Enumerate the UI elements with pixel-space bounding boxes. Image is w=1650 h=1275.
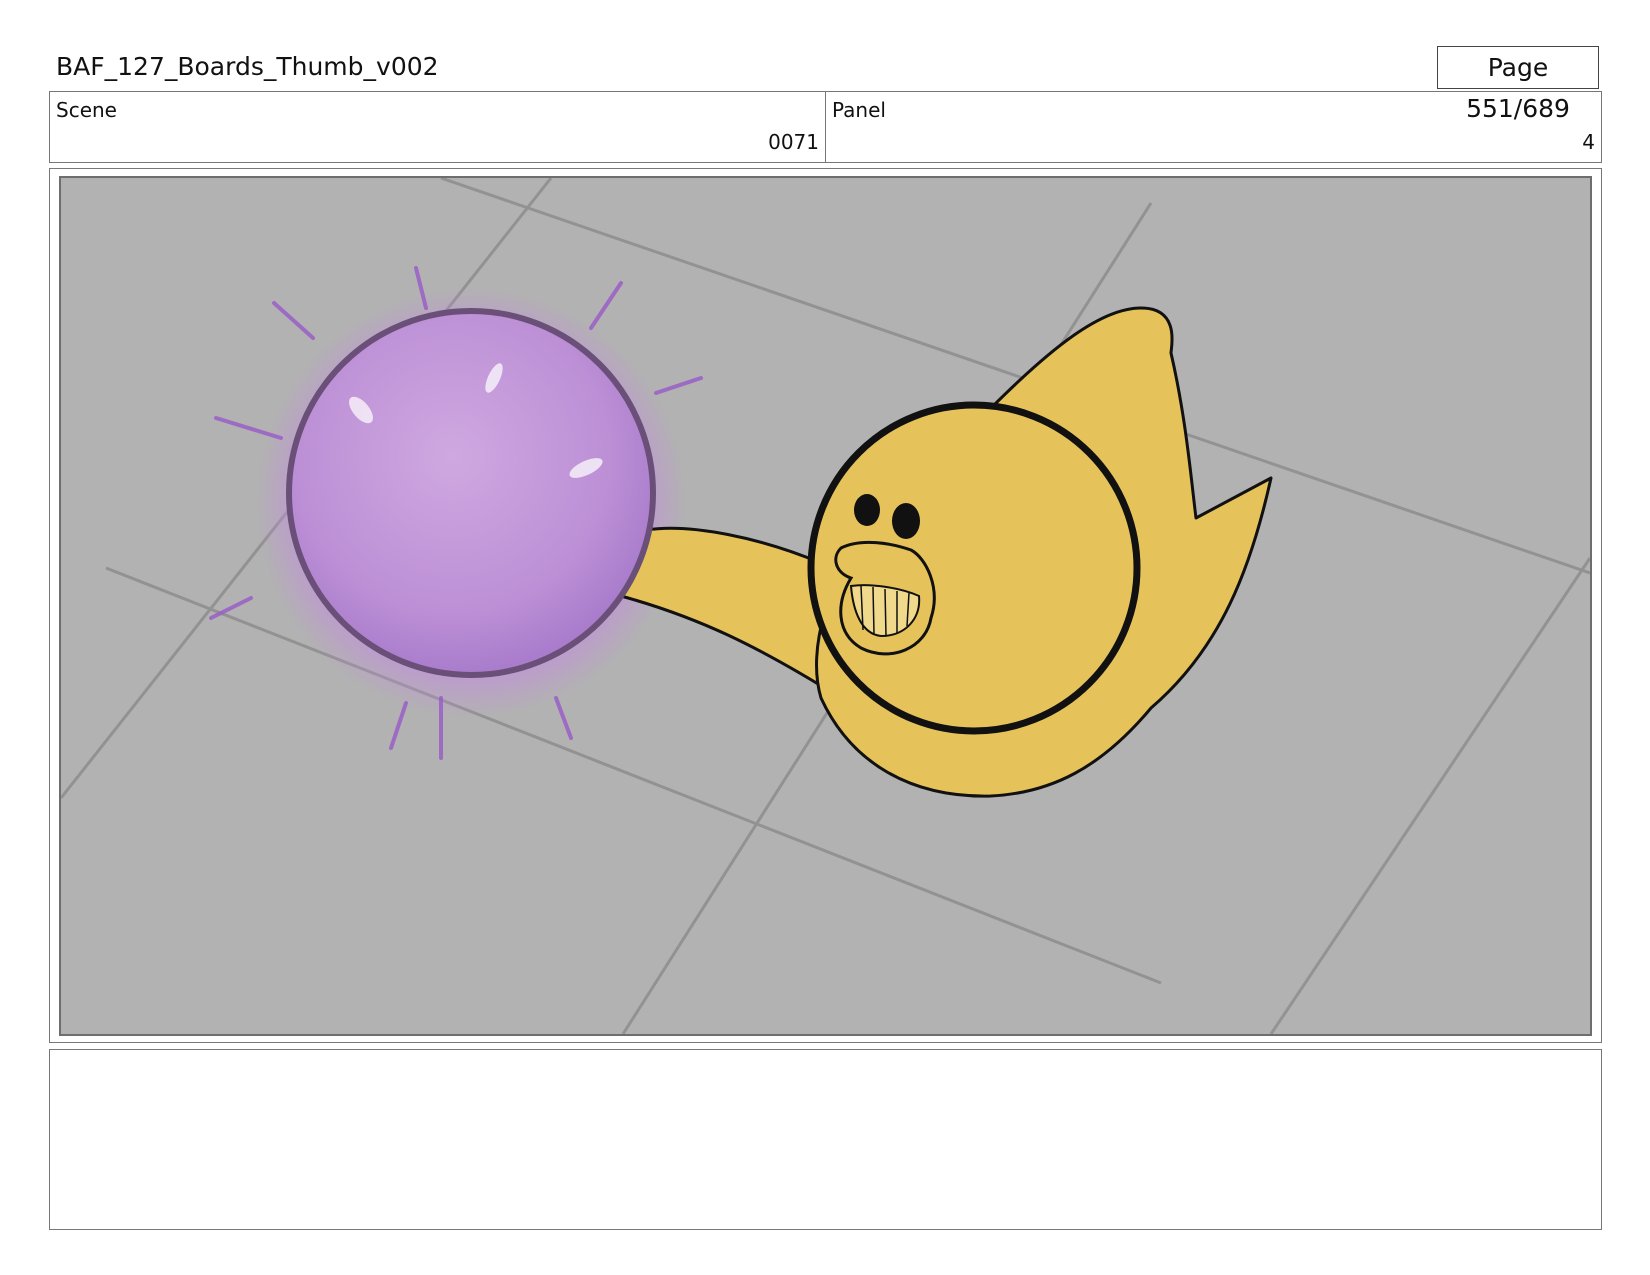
scene-number: 0071 bbox=[768, 130, 819, 154]
storyboard-frame bbox=[59, 176, 1592, 1036]
magic-orb bbox=[286, 308, 656, 678]
panel-cell: Panel 4 bbox=[825, 92, 1601, 162]
scene-panel-info: Scene 0071 Panel 4 bbox=[49, 91, 1602, 163]
right-eye-icon bbox=[892, 503, 920, 539]
page-indicator: Page 551/689 bbox=[1437, 46, 1599, 123]
scene-label: Scene bbox=[56, 98, 117, 122]
storyboard-drawing bbox=[61, 178, 1590, 1034]
panel-notes-box bbox=[49, 1049, 1602, 1230]
scene-cell: Scene 0071 bbox=[50, 92, 825, 162]
panel-number: 4 bbox=[1582, 130, 1595, 154]
document-title: BAF_127_Boards_Thumb_v002 bbox=[56, 52, 439, 81]
panel-label: Panel bbox=[832, 98, 886, 122]
left-eye-icon bbox=[854, 494, 880, 526]
